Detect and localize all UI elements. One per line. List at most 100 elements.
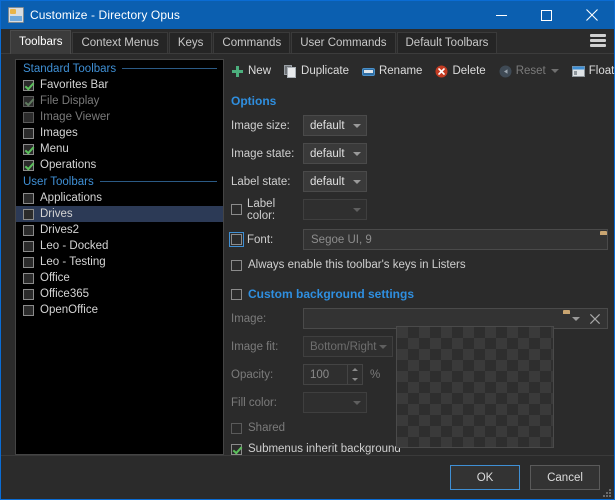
list-item[interactable]: Images [16,125,223,141]
image-state-select[interactable]: default [303,143,367,164]
toolbar-checkbox[interactable] [23,240,34,252]
toolbar-checkbox[interactable] [23,288,34,300]
group-header-user: User Toolbars [16,173,223,190]
list-item-label: Office [40,272,70,284]
list-item[interactable]: Drives2 [16,222,223,238]
label-color-select[interactable] [303,199,367,220]
title-bar: Customize - Directory Opus [1,1,614,29]
font-field[interactable]: Segoe UI, 9 [303,229,608,250]
list-item[interactable]: Operations [16,157,223,173]
tab-user-commands[interactable]: User Commands [291,32,396,53]
reset-button[interactable]: Reset [499,65,559,78]
image-fit-label: Image fit: [231,340,279,353]
toolbar-checkbox[interactable] [23,111,34,123]
toolbar-checkbox[interactable] [23,95,34,107]
chevron-down-icon [353,123,361,128]
tab-commands[interactable]: Commands [213,32,291,53]
spin-up-icon[interactable] [348,365,362,375]
toolbar-checkbox[interactable] [23,304,34,316]
font-checkbox[interactable] [229,232,244,247]
cancel-button[interactable]: Cancel [530,465,600,490]
font-label-wrap: Font: [229,232,297,247]
tab-context-menus[interactable]: Context Menus [72,32,168,53]
image-state-label: Image state: [231,147,295,160]
close-icon[interactable] [569,1,614,29]
image-size-select[interactable]: default [303,115,367,136]
tab-keys[interactable]: Keys [168,32,213,53]
tab-default-toolbars[interactable]: Default Toolbars [396,32,498,53]
always-enable-row[interactable]: Always enable this toolbar's keys in Lis… [231,259,608,271]
group-label: Standard Toolbars [23,62,117,75]
toolbar-checkbox[interactable] [23,143,34,155]
toolbar-checkbox[interactable] [23,159,34,171]
toolbar-checkbox[interactable] [23,79,34,91]
shared-label: Shared [248,422,286,434]
shared-checkbox[interactable] [231,422,242,434]
delete-label: Delete [452,65,486,77]
delete-button[interactable]: Delete [435,65,486,78]
toolbar-checkbox[interactable] [23,272,34,284]
float-icon [571,65,585,78]
tab-toolbars[interactable]: Toolbars [10,30,72,54]
rename-icon [361,65,375,78]
fill-color-select[interactable] [303,392,367,413]
custom-background-checkbox[interactable] [231,288,242,300]
list-item-label: Menu [40,143,69,155]
spin-down-icon[interactable] [348,375,362,385]
reset-icon [499,65,512,78]
list-item-label: Leo - Testing [40,256,106,268]
close-icon[interactable] [590,314,600,327]
chevron-down-icon[interactable] [550,69,559,73]
list-item[interactable]: Menu [16,141,223,157]
minimize-icon[interactable] [479,1,524,29]
list-item-label: File Display [40,95,100,107]
image-fit-select[interactable]: Bottom/Right [303,336,393,357]
custom-background-header[interactable]: Custom background settings [231,287,608,301]
list-item[interactable]: Leo - Docked [16,238,223,254]
submenus-checkbox[interactable] [231,443,242,455]
list-item[interactable]: Image Viewer [16,109,223,125]
image-size-label: Image size: [231,119,290,132]
custom-background-title: Custom background settings [248,287,415,301]
resize-grip[interactable] [601,487,611,497]
list-item[interactable]: OpenOffice [16,302,223,318]
hamburger-menu-icon[interactable] [590,33,606,48]
float-button[interactable]: Float [571,65,615,78]
new-button[interactable]: New [231,65,271,78]
font-label: Font: [247,233,274,246]
list-item[interactable]: Office [16,270,223,286]
reset-label: Reset [515,65,546,77]
toolbar-checkbox[interactable] [23,127,34,139]
opacity-spin-buttons[interactable] [347,365,362,384]
label-color-label-wrap: Label color: [231,198,303,222]
chevron-down-icon[interactable] [572,317,580,321]
list-item[interactable]: Applications [16,190,223,206]
list-item[interactable]: Office365 [16,286,223,302]
chevron-down-icon [379,344,387,349]
rename-button[interactable]: Rename [361,65,422,78]
list-item[interactable]: Favorites Bar [16,77,223,93]
always-enable-checkbox[interactable] [231,259,242,271]
list-item-selected[interactable]: Drives [16,206,223,222]
maximize-icon[interactable] [524,1,569,29]
toolbar-checkbox[interactable] [23,208,34,220]
always-enable-label: Always enable this toolbar's keys in Lis… [248,259,466,271]
float-label: Float [588,65,615,77]
toolbar-checkbox[interactable] [23,224,34,236]
toolbar-checkbox[interactable] [23,256,34,268]
chevron-down-icon [353,151,361,156]
list-item-label: Image Viewer [40,111,111,123]
list-item[interactable]: File Display [16,93,223,109]
duplicate-button[interactable]: Duplicate [284,64,349,78]
ok-button[interactable]: OK [450,465,520,490]
toolbar-list[interactable]: Standard Toolbars Favorites Bar File Dis… [15,59,224,455]
opacity-stepper[interactable]: 100 [303,364,363,385]
dialog-footer: OK Cancel [1,455,614,499]
label-color-checkbox[interactable] [231,204,242,215]
bg-image-label: Image: [231,312,267,325]
list-item[interactable]: Leo - Testing [16,254,223,270]
chevron-down-icon [353,207,361,212]
label-state-select[interactable]: default [303,171,367,192]
toolbar-checkbox[interactable] [23,192,34,204]
label-state-value: default [310,175,345,188]
